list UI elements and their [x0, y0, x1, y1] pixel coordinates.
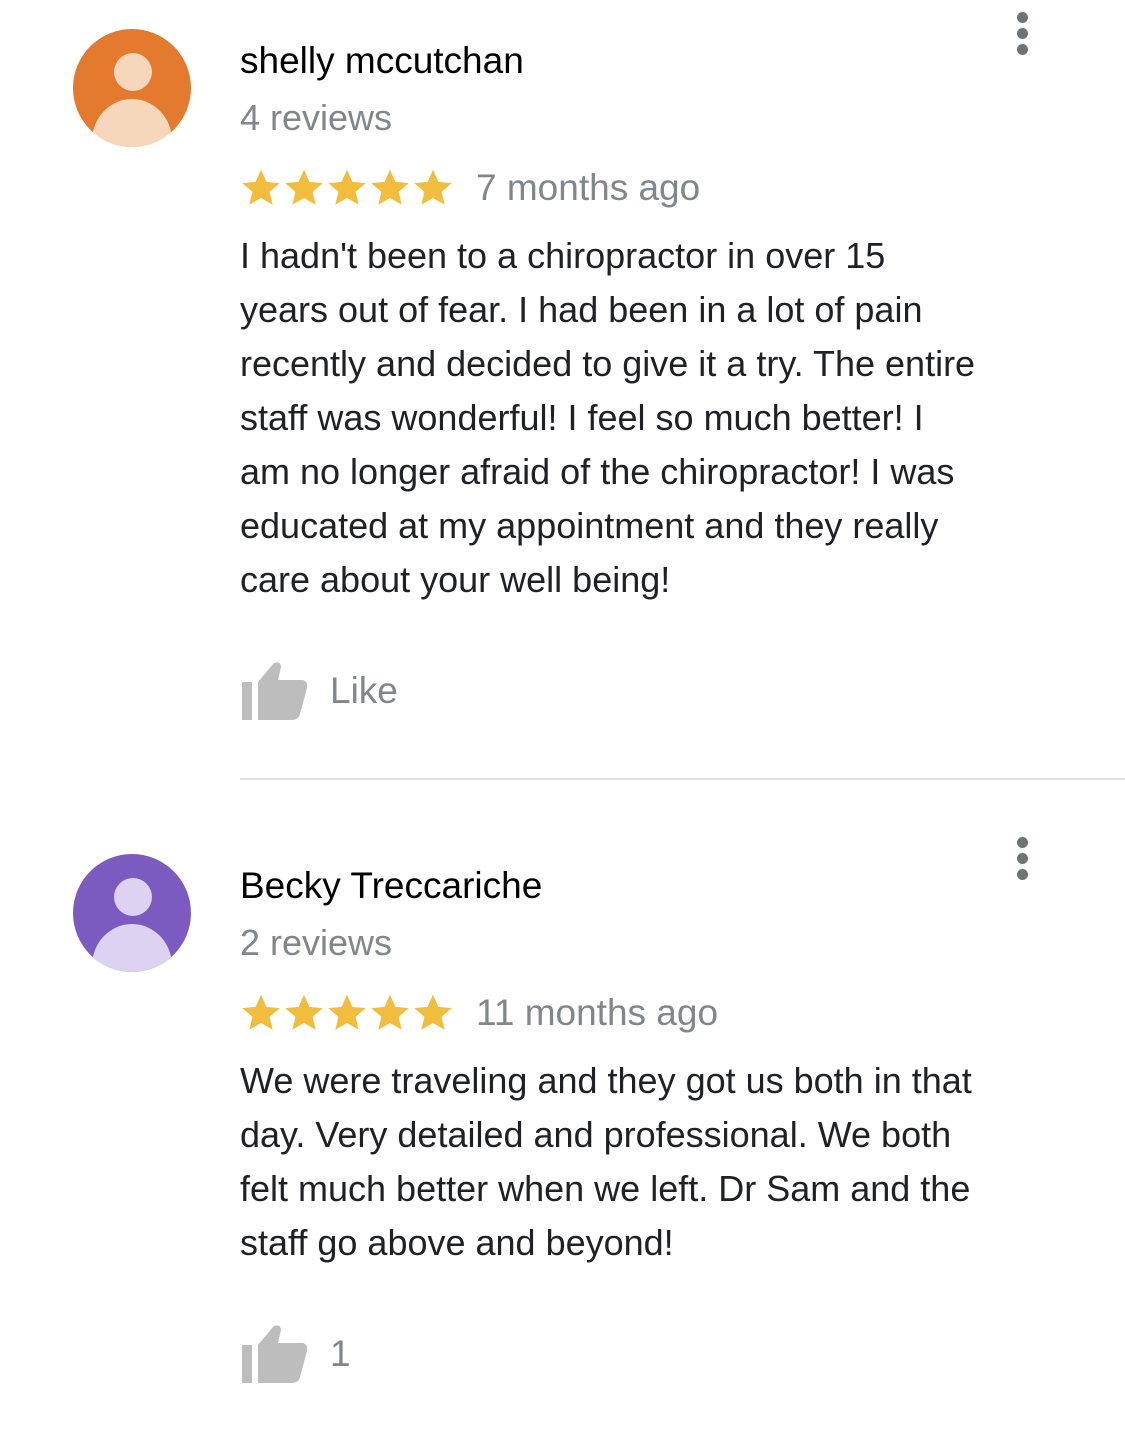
- review-text: We were traveling and they got us both i…: [240, 1060, 972, 1263]
- reviewer-review-count: 4 reviews: [240, 97, 393, 138]
- review-time: 7 months ago: [476, 167, 701, 208]
- like-count: 1: [330, 1333, 351, 1374]
- star-icon: [326, 992, 368, 1034]
- star-icon: [326, 167, 368, 209]
- review-divider: [240, 778, 1125, 780]
- star-icon: [240, 167, 282, 209]
- reviewer-name[interactable]: Becky Treccariche: [240, 864, 542, 908]
- review-time: 11 months ago: [476, 992, 719, 1033]
- avatar-head: [114, 53, 152, 91]
- more-options-icon[interactable]: [1010, 10, 1036, 58]
- review-text: I hadn't been to a chiropractor in over …: [240, 235, 976, 600]
- avatar-body: [92, 924, 172, 972]
- star-icon: [240, 992, 282, 1034]
- like-label: Like: [330, 670, 398, 711]
- thumbs-up-icon: [240, 660, 308, 722]
- more-options-icon[interactable]: [1010, 835, 1036, 883]
- reviewer-review-count: 2 reviews: [240, 922, 393, 963]
- avatar-body: [92, 99, 172, 147]
- thumbs-up-icon: [240, 1323, 308, 1385]
- star-icon: [369, 992, 411, 1034]
- star-icon: [369, 167, 411, 209]
- avatar[interactable]: [73, 854, 191, 972]
- rating-row: 11 months ago: [240, 989, 718, 1037]
- like-button[interactable]: Like: [240, 659, 398, 723]
- star-rating: [240, 992, 454, 1034]
- star-icon: [412, 167, 454, 209]
- avatar-head: [114, 878, 152, 916]
- star-rating: [240, 167, 454, 209]
- star-icon: [283, 167, 325, 209]
- like-button[interactable]: 1: [240, 1322, 351, 1386]
- star-icon: [412, 992, 454, 1034]
- reviewer-name[interactable]: shelly mccutchan: [240, 39, 524, 83]
- star-icon: [283, 992, 325, 1034]
- avatar[interactable]: [73, 29, 191, 147]
- rating-row: 7 months ago: [240, 164, 700, 212]
